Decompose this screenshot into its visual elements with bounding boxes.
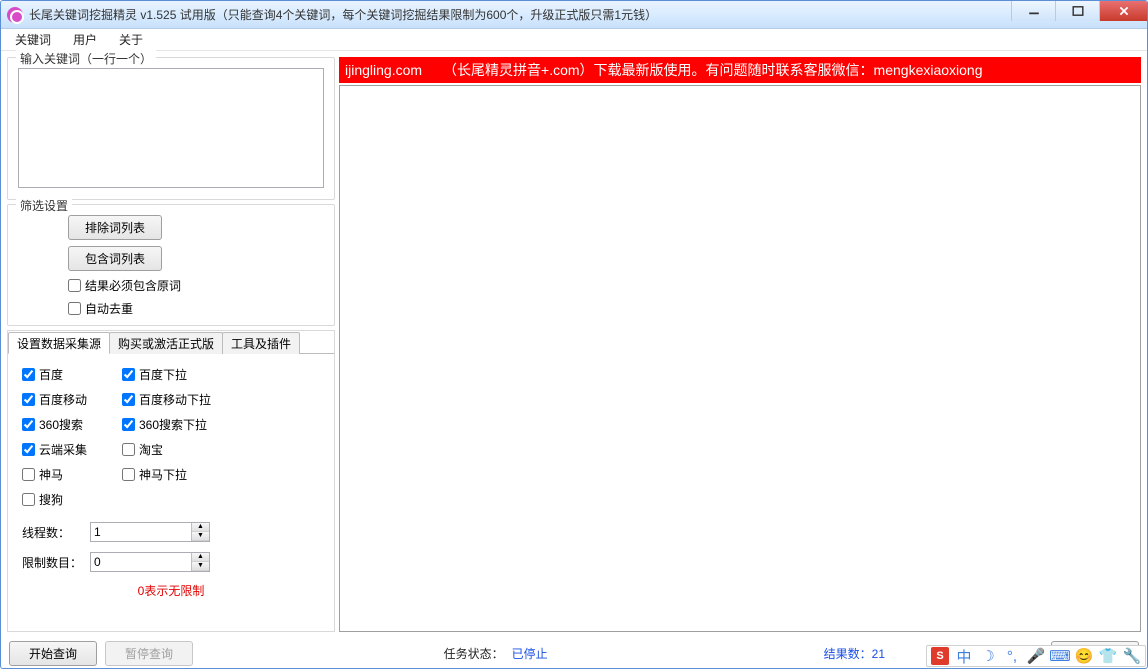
ime-face-icon[interactable]: 😊	[1075, 647, 1093, 665]
filter-group: 筛选设置 排除词列表 包含词列表 结果必须包含原词 自动去重	[7, 204, 335, 326]
minimize-button[interactable]	[1011, 1, 1055, 21]
source-1[interactable]: 百度下拉	[122, 366, 252, 383]
threads-up[interactable]: ▲	[192, 523, 209, 532]
keyword-textarea[interactable]	[18, 68, 324, 188]
threads-spinner[interactable]: ▲▼	[90, 522, 210, 542]
limit-up[interactable]: ▲	[192, 553, 209, 562]
source-7[interactable]: 淘宝	[122, 441, 252, 458]
ime-moon-icon[interactable]: ☽	[979, 647, 997, 665]
maximize-button[interactable]	[1055, 1, 1099, 21]
source-8[interactable]: 神马	[22, 466, 122, 483]
source-6[interactable]: 云端采集	[22, 441, 122, 458]
status-label: 任务状态：	[444, 645, 504, 662]
start-button[interactable]: 开始查询	[9, 641, 97, 666]
pause-button[interactable]: 暂停查询	[105, 641, 193, 666]
menu-keywords[interactable]: 关键词	[15, 31, 51, 48]
tab-tools[interactable]: 工具及插件	[222, 332, 300, 354]
limit-note: 0表示无限制	[22, 582, 320, 599]
ime-tool-icon[interactable]: 🔧	[1123, 647, 1141, 665]
source-0[interactable]: 百度	[22, 366, 122, 383]
keyword-group-title: 输入关键词（一行一个）	[16, 50, 156, 67]
source-4[interactable]: 360搜索	[22, 416, 122, 433]
must-contain-checkbox[interactable]: 结果必须包含原词	[68, 277, 181, 294]
notice-banner: ijingling.com （长尾精灵拼音+.com）下载最新版使用。有问题随时…	[339, 57, 1141, 83]
menu-user[interactable]: 用户	[73, 31, 97, 48]
ime-toolbar[interactable]: S 中 ☽ °, 🎤 ⌨ 😊 👕 🔧	[926, 645, 1146, 667]
titlebar: 长尾关键词挖掘精灵 v1.525 试用版（只能查询4个关键词，每个关键词挖掘结果…	[1, 1, 1147, 29]
ime-keyboard-icon[interactable]: ⌨	[1051, 647, 1069, 665]
exclude-list-button[interactable]: 排除词列表	[68, 215, 162, 240]
app-icon	[7, 7, 23, 23]
menubar: 关键词 用户 关于	[1, 29, 1147, 51]
limit-input[interactable]	[91, 553, 191, 571]
menu-about[interactable]: 关于	[119, 31, 143, 48]
tab-purchase[interactable]: 购买或激活正式版	[109, 332, 223, 354]
source-9[interactable]: 神马下拉	[122, 466, 252, 483]
limit-spinner[interactable]: ▲▼	[90, 552, 210, 572]
results-area[interactable]	[339, 85, 1141, 632]
threads-label: 线程数：	[22, 524, 82, 541]
ime-skin-icon[interactable]: 👕	[1099, 647, 1117, 665]
auto-dedup-checkbox[interactable]: 自动去重	[68, 300, 133, 317]
threads-input[interactable]	[91, 523, 191, 541]
limit-down[interactable]: ▼	[192, 562, 209, 571]
close-button[interactable]	[1099, 1, 1147, 21]
ime-mic-icon[interactable]: 🎤	[1027, 647, 1045, 665]
result-count: 结果数：21	[824, 645, 885, 662]
ime-punct-icon[interactable]: °,	[1003, 647, 1021, 665]
settings-tabs: 设置数据采集源 购买或激活正式版 工具及插件 百度百度下拉百度移动百度移动下拉3…	[7, 330, 335, 632]
status-value: 已停止	[512, 645, 548, 662]
source-10[interactable]: 搜狗	[22, 491, 122, 508]
threads-down[interactable]: ▼	[192, 532, 209, 541]
keyword-input-group: 输入关键词（一行一个）	[7, 57, 335, 200]
ime-sogou-icon[interactable]: S	[931, 647, 949, 665]
source-5[interactable]: 360搜索下拉	[122, 416, 252, 433]
source-2[interactable]: 百度移动	[22, 391, 122, 408]
tab-data-source[interactable]: 设置数据采集源	[8, 332, 110, 354]
filter-group-title: 筛选设置	[16, 197, 72, 214]
limit-label: 限制数目：	[22, 554, 82, 571]
ime-lang-icon[interactable]: 中	[955, 647, 973, 665]
include-list-button[interactable]: 包含词列表	[68, 246, 162, 271]
window-title: 长尾关键词挖掘精灵 v1.525 试用版（只能查询4个关键词，每个关键词挖掘结果…	[29, 6, 657, 23]
source-3[interactable]: 百度移动下拉	[122, 391, 252, 408]
